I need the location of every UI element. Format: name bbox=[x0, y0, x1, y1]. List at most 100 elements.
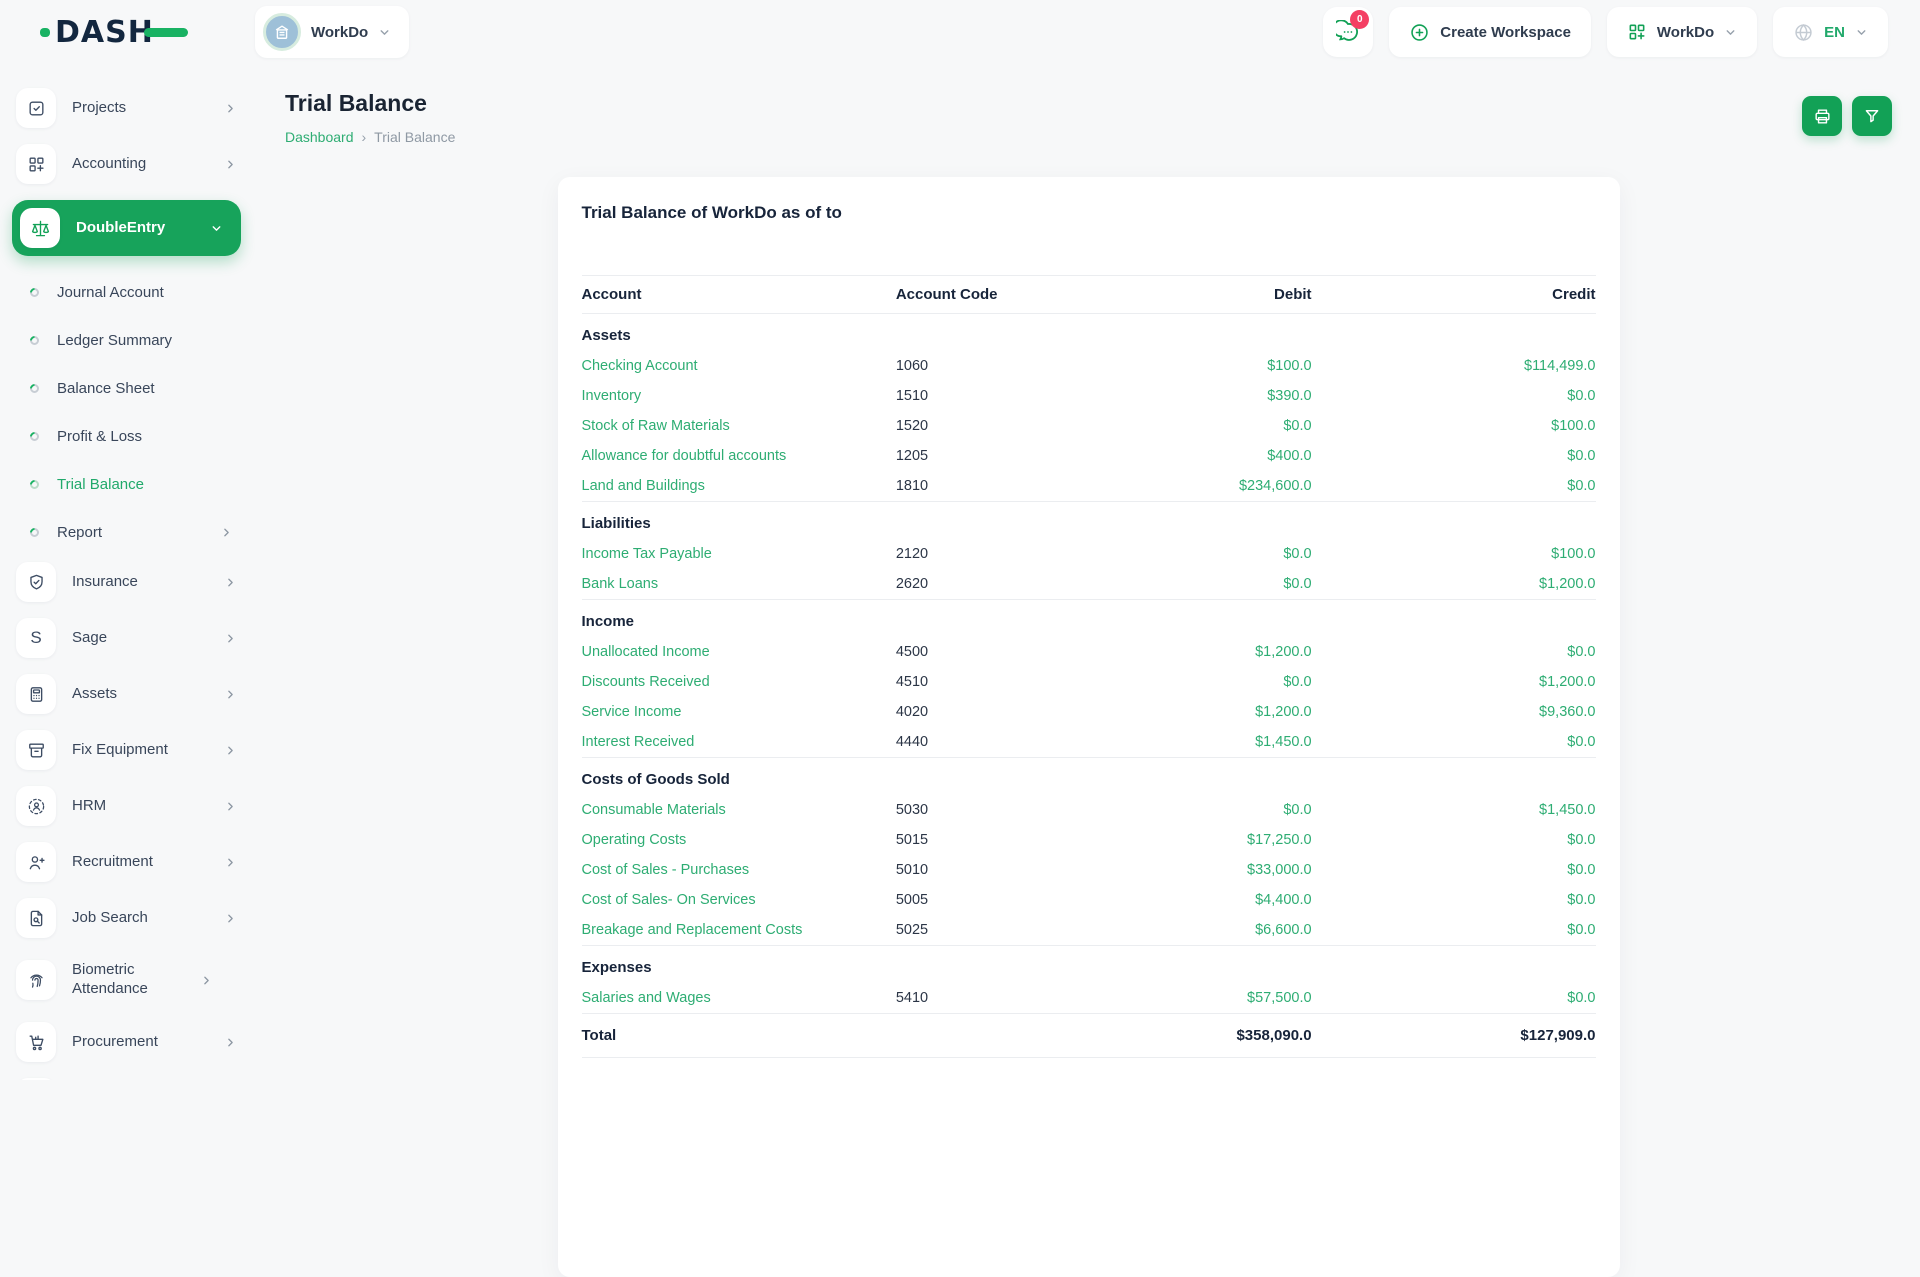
sidebar-item-balance-sheet[interactable]: Balance Sheet bbox=[16, 364, 241, 412]
trial-balance-table: Account Account Code Debit Credit Assets… bbox=[582, 275, 1596, 1058]
sidebar: Projects Accounting DoubleEntry bbox=[0, 64, 255, 1080]
account-link[interactable]: Consumable Materials bbox=[582, 802, 726, 818]
account-link[interactable]: Allowance for doubtful accounts bbox=[582, 448, 787, 464]
fingerprint-icon bbox=[16, 960, 56, 1000]
account-link[interactable]: Unallocated Income bbox=[582, 644, 710, 660]
account-code-cell: 1205 bbox=[896, 441, 1190, 471]
sidebar-item-ledger-summary[interactable]: Ledger Summary bbox=[16, 316, 241, 364]
account-link[interactable]: Discounts Received bbox=[582, 674, 710, 690]
sage-s-icon: S bbox=[16, 618, 56, 658]
account-link[interactable]: Interest Received bbox=[582, 734, 695, 750]
sidebar-item-doubleentry[interactable]: DoubleEntry bbox=[12, 200, 241, 256]
account-link[interactable]: Salaries and Wages bbox=[582, 990, 711, 1006]
language-selector[interactable]: EN bbox=[1773, 7, 1888, 57]
workspace-menu-label: WorkDo bbox=[1657, 24, 1714, 41]
sidebar-item-insurance[interactable]: Insurance bbox=[16, 562, 241, 602]
bullet-icon bbox=[28, 286, 41, 299]
shield-check-icon bbox=[16, 562, 56, 602]
total-label: Total bbox=[582, 1014, 896, 1058]
workspace-selector[interactable]: WorkDo bbox=[255, 6, 409, 58]
debit-cell: $100.0 bbox=[1190, 351, 1312, 381]
total-credit: $127,909.0 bbox=[1312, 1014, 1596, 1058]
credit-cell: $1,200.0 bbox=[1312, 569, 1596, 600]
credit-cell: $0.0 bbox=[1312, 825, 1596, 855]
table-row: Unallocated Income 4500 $1,200.0 $0.0 bbox=[582, 637, 1596, 667]
sidebar-item-sage[interactable]: S Sage bbox=[16, 618, 241, 658]
account-link[interactable]: Bank Loans bbox=[582, 576, 659, 592]
sidebar-item-procurement[interactable]: Procurement bbox=[16, 1022, 241, 1062]
debit-cell: $400.0 bbox=[1190, 441, 1312, 471]
bullet-icon bbox=[28, 478, 41, 491]
table-row: Consumable Materials 5030 $0.0 $1,450.0 bbox=[582, 795, 1596, 825]
workspace-avatar bbox=[263, 13, 301, 51]
debit-cell: $234,600.0 bbox=[1190, 471, 1312, 502]
checkbox-icon bbox=[16, 88, 56, 128]
cart-icon bbox=[16, 1022, 56, 1062]
sidebar-item-job-search[interactable]: Job Search bbox=[16, 898, 241, 938]
trial-balance-card: Trial Balance of WorkDo as of to Account… bbox=[558, 177, 1620, 1277]
account-link[interactable]: Income Tax Payable bbox=[582, 546, 712, 562]
table-row: Service Income 4020 $1,200.0 $9,360.0 bbox=[582, 697, 1596, 727]
account-code-cell: 4020 bbox=[896, 697, 1190, 727]
account-code-cell: 2620 bbox=[896, 569, 1190, 600]
chevron-right-icon bbox=[224, 800, 237, 813]
sidebar-item-biometric-attendance[interactable]: Biometric Attendance bbox=[16, 954, 241, 1006]
column-credit: Credit bbox=[1312, 276, 1596, 314]
create-workspace-button[interactable]: Create Workspace bbox=[1389, 7, 1591, 57]
print-button[interactable] bbox=[1802, 96, 1842, 136]
credit-cell: $9,360.0 bbox=[1312, 697, 1596, 727]
table-row: Discounts Received 4510 $0.0 $1,200.0 bbox=[582, 667, 1596, 697]
sidebar-item-profit-loss[interactable]: Profit & Loss bbox=[16, 412, 241, 460]
chevron-right-icon bbox=[224, 912, 237, 925]
breadcrumb-dashboard-link[interactable]: Dashboard bbox=[285, 129, 354, 145]
table-row: Salaries and Wages 5410 $57,500.0 $0.0 bbox=[582, 983, 1596, 1014]
section-liabilities: Liabilities Income Tax Payable 2120 $0.0… bbox=[582, 502, 1596, 600]
filter-icon bbox=[1863, 107, 1881, 125]
section-costs-of-goods-sold: Costs of Goods Sold Consumable Materials… bbox=[582, 758, 1596, 946]
account-link[interactable]: Breakage and Replacement Costs bbox=[582, 922, 803, 938]
account-link[interactable]: Checking Account bbox=[582, 358, 698, 374]
account-code-cell: 4500 bbox=[896, 637, 1190, 667]
credit-cell: $1,450.0 bbox=[1312, 795, 1596, 825]
account-link[interactable]: Stock of Raw Materials bbox=[582, 418, 730, 434]
account-link[interactable]: Cost of Sales- On Services bbox=[582, 892, 756, 908]
account-code-cell: 5010 bbox=[896, 855, 1190, 885]
table-row: Cost of Sales- On Services 5005 $4,400.0… bbox=[582, 885, 1596, 915]
chevron-right-icon bbox=[224, 1036, 237, 1049]
credit-cell: $0.0 bbox=[1312, 381, 1596, 411]
debit-cell: $0.0 bbox=[1190, 667, 1312, 697]
credit-cell: $100.0 bbox=[1312, 539, 1596, 569]
breadcrumb: Dashboard › Trial Balance bbox=[285, 129, 455, 145]
account-code-cell: 4510 bbox=[896, 667, 1190, 697]
account-code-cell: 4440 bbox=[896, 727, 1190, 758]
account-code-cell: 5005 bbox=[896, 885, 1190, 915]
table-row: Interest Received 4440 $1,450.0 $0.0 bbox=[582, 727, 1596, 758]
credit-cell: $0.0 bbox=[1312, 855, 1596, 885]
table-row: Income Tax Payable 2120 $0.0 $100.0 bbox=[582, 539, 1596, 569]
chevron-right-icon bbox=[224, 632, 237, 645]
table-row: Land and Buildings 1810 $234,600.0 $0.0 bbox=[582, 471, 1596, 502]
chevron-down-icon bbox=[1855, 26, 1868, 39]
workspace-menu-button[interactable]: WorkDo bbox=[1607, 7, 1757, 57]
sidebar-item-accounting[interactable]: Accounting bbox=[16, 144, 241, 184]
sidebar-item-journal-account[interactable]: Journal Account bbox=[16, 268, 241, 316]
sidebar-item-fix-equipment[interactable]: Fix Equipment bbox=[16, 730, 241, 770]
sidebar-item-hrm[interactable]: HRM bbox=[16, 786, 241, 826]
account-link[interactable]: Land and Buildings bbox=[582, 478, 705, 494]
account-link[interactable]: Operating Costs bbox=[582, 832, 687, 848]
account-link[interactable]: Service Income bbox=[582, 704, 682, 720]
brand-logo[interactable]: DASH bbox=[40, 15, 255, 50]
table-row: Stock of Raw Materials 1520 $0.0 $100.0 bbox=[582, 411, 1596, 441]
sidebar-item-projects[interactable]: Projects bbox=[16, 88, 241, 128]
sidebar-item-trial-balance[interactable]: Trial Balance bbox=[16, 460, 241, 508]
sidebar-item-report[interactable]: Report bbox=[16, 508, 241, 556]
sidebar-item-recruitment[interactable]: Recruitment bbox=[16, 842, 241, 882]
calculator-icon bbox=[16, 674, 56, 714]
chevron-down-icon bbox=[1724, 26, 1737, 39]
notifications-button[interactable]: 0 bbox=[1323, 7, 1373, 57]
account-link[interactable]: Cost of Sales - Purchases bbox=[582, 862, 750, 878]
sidebar-item-assets[interactable]: Assets bbox=[16, 674, 241, 714]
account-link[interactable]: Inventory bbox=[582, 388, 642, 404]
debit-cell: $0.0 bbox=[1190, 411, 1312, 441]
filter-button[interactable] bbox=[1852, 96, 1892, 136]
